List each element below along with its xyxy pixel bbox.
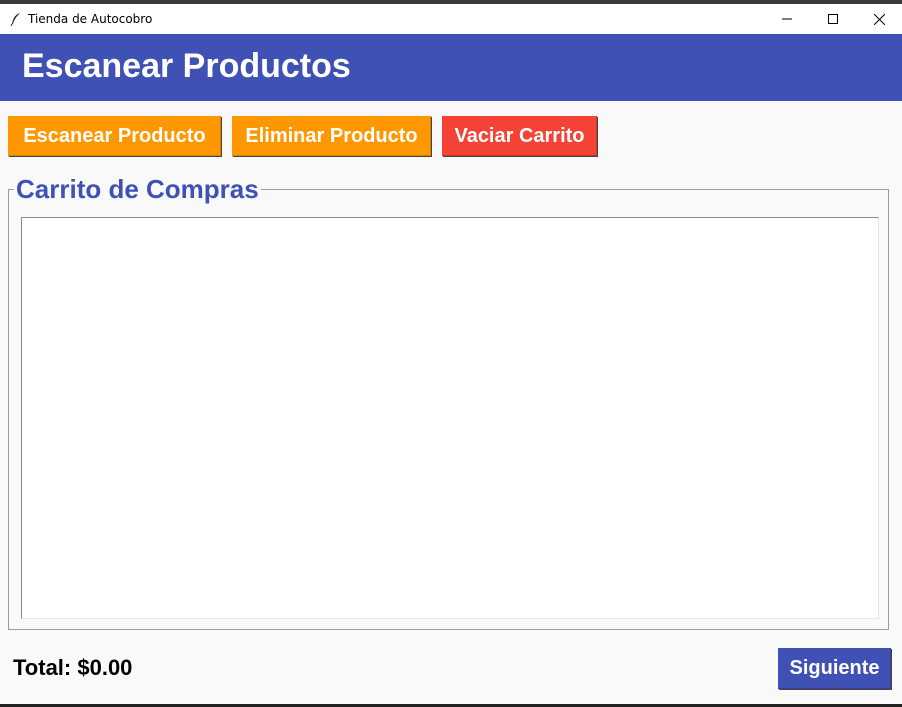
cart-listbox[interactable] [21, 217, 879, 619]
feather-icon [8, 11, 24, 27]
remove-product-button[interactable]: Eliminar Producto [232, 116, 431, 156]
maximize-icon[interactable] [810, 4, 856, 34]
window-titlebar[interactable]: Tienda de Autocobro [0, 4, 902, 34]
page-header: Escanear Productos [0, 34, 902, 101]
cart-legend: Carrito de Compras [14, 174, 261, 205]
total-label: Total: $0.00 [13, 655, 133, 680]
close-icon[interactable] [856, 4, 902, 34]
clear-cart-button[interactable]: Vaciar Carrito [442, 116, 597, 156]
window-title: Tienda de Autocobro [28, 12, 153, 26]
minimize-icon[interactable] [764, 4, 810, 34]
scan-product-button[interactable]: Escanear Producto [8, 116, 221, 156]
page-title: Escanear Productos [22, 47, 351, 85]
next-button[interactable]: Siguiente [778, 648, 891, 689]
